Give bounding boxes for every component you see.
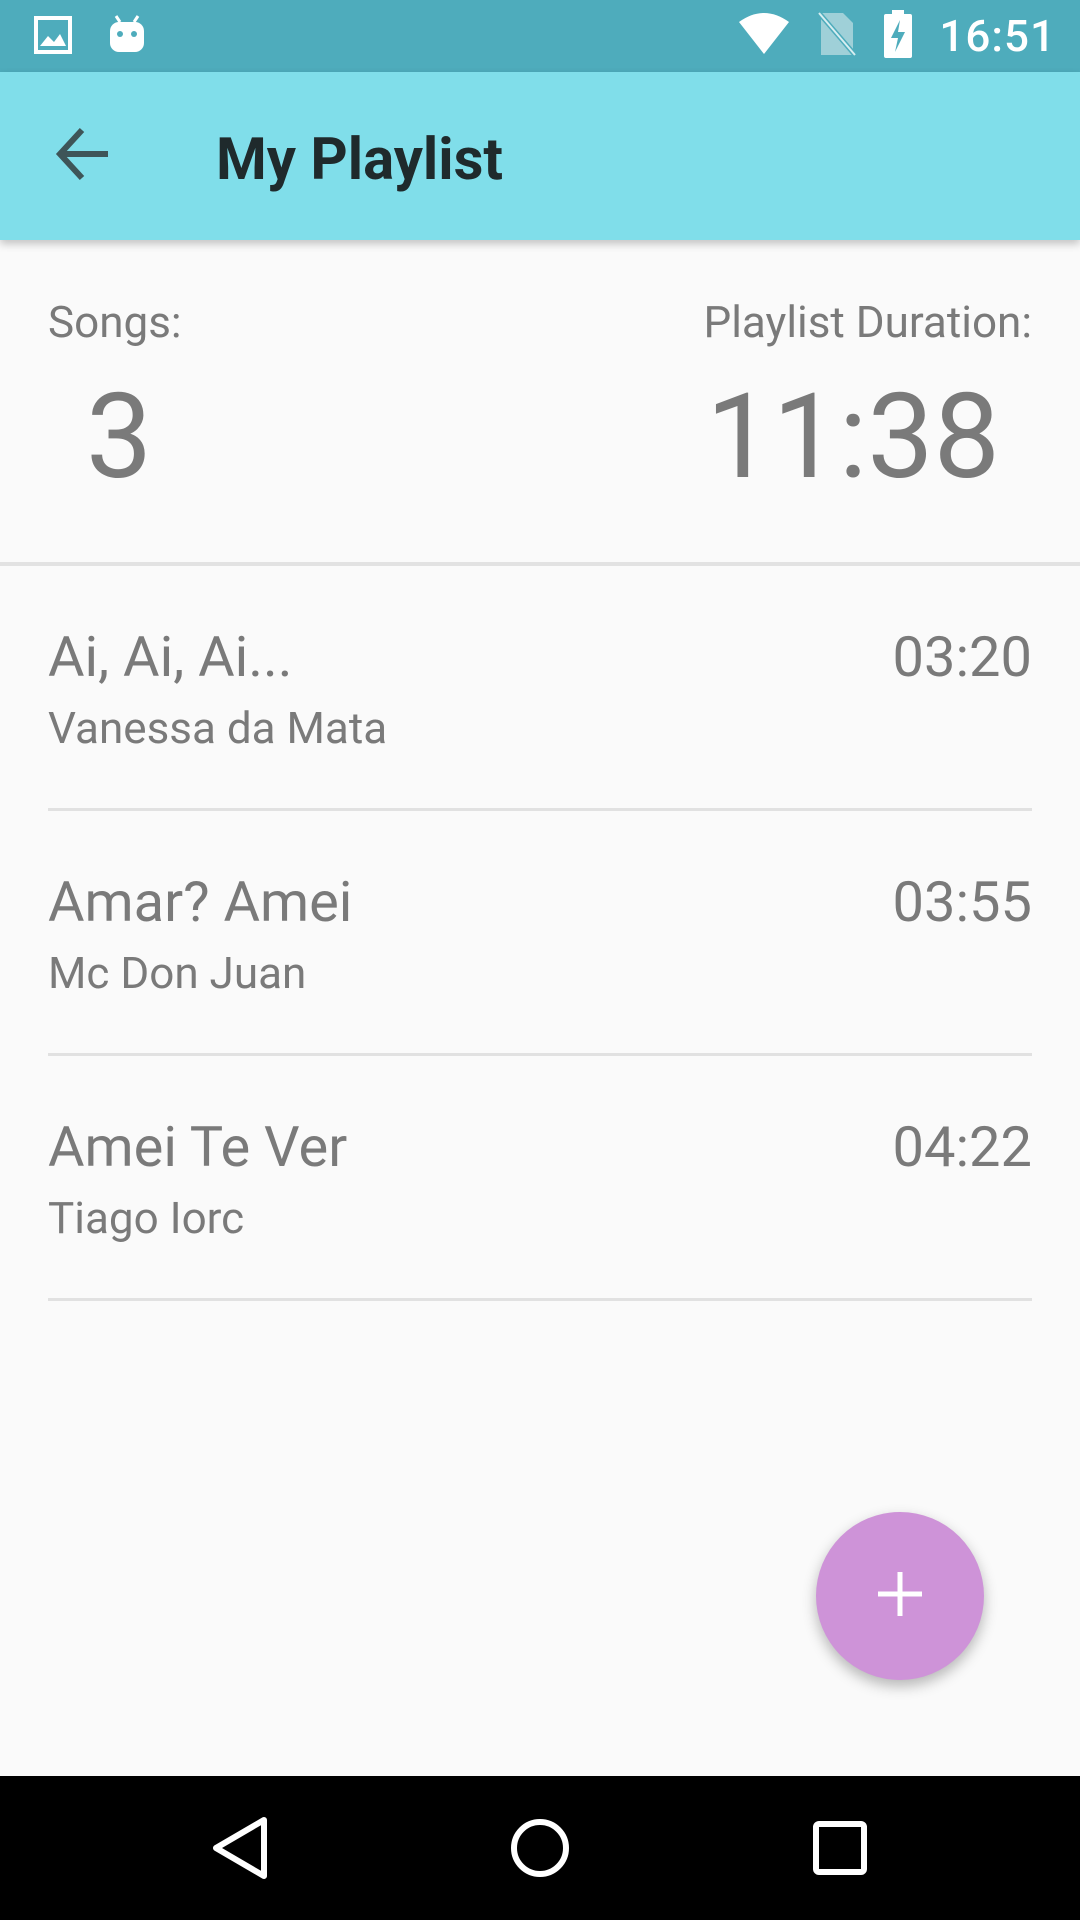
system-nav-bar bbox=[0, 1776, 1080, 1920]
recents-square-icon bbox=[804, 1821, 876, 1888]
list-item[interactable]: Amei Te Ver Tiago Iorc 04:22 bbox=[48, 1056, 1032, 1301]
duration-value: 11:38 bbox=[706, 368, 1000, 506]
song-title: Amei Te Ver bbox=[48, 1114, 348, 1180]
duration-label: Playlist Duration: bbox=[703, 296, 1032, 348]
plus-icon bbox=[876, 1570, 924, 1622]
arrow-back-icon bbox=[52, 127, 116, 190]
songs-label: Songs: bbox=[48, 296, 182, 348]
page-title: My Playlist bbox=[216, 126, 504, 194]
song-artist: Vanessa da Mata bbox=[48, 702, 388, 754]
nav-home-button[interactable] bbox=[504, 1812, 576, 1884]
song-duration: 03:55 bbox=[892, 869, 1032, 935]
song-artist: Tiago Iorc bbox=[48, 1192, 245, 1244]
image-icon bbox=[34, 16, 72, 58]
status-bar: 16:51 bbox=[0, 0, 1080, 72]
nav-recents-button[interactable] bbox=[804, 1812, 876, 1884]
song-artist: Mc Don Juan bbox=[48, 947, 307, 999]
songs-count: 3 bbox=[86, 368, 153, 506]
no-sim-icon bbox=[817, 11, 858, 61]
status-time: 16:51 bbox=[939, 10, 1056, 62]
add-song-button[interactable] bbox=[816, 1512, 984, 1680]
home-circle-icon bbox=[504, 1819, 576, 1888]
list-item[interactable]: Amar? Amei Mc Don Juan 03:55 bbox=[48, 811, 1032, 1056]
app-bar: My Playlist bbox=[0, 72, 1080, 240]
android-icon bbox=[108, 14, 146, 60]
playlist-summary: Songs: 3 Playlist Duration: 11:38 bbox=[0, 240, 1080, 566]
list-item[interactable]: Ai, Ai, Ai... Vanessa da Mata 03:20 bbox=[48, 566, 1032, 811]
song-duration: 03:20 bbox=[892, 624, 1032, 690]
back-button[interactable] bbox=[52, 122, 116, 186]
song-title: Amar? Amei bbox=[48, 869, 353, 935]
back-triangle-icon bbox=[204, 1817, 276, 1888]
battery-charging-icon bbox=[883, 10, 913, 62]
song-duration: 04:22 bbox=[892, 1114, 1032, 1180]
wifi-icon bbox=[737, 12, 791, 60]
song-title: Ai, Ai, Ai... bbox=[48, 624, 293, 690]
song-list: Ai, Ai, Ai... Vanessa da Mata 03:20 Amar… bbox=[48, 566, 1032, 1301]
nav-back-button[interactable] bbox=[204, 1812, 276, 1884]
